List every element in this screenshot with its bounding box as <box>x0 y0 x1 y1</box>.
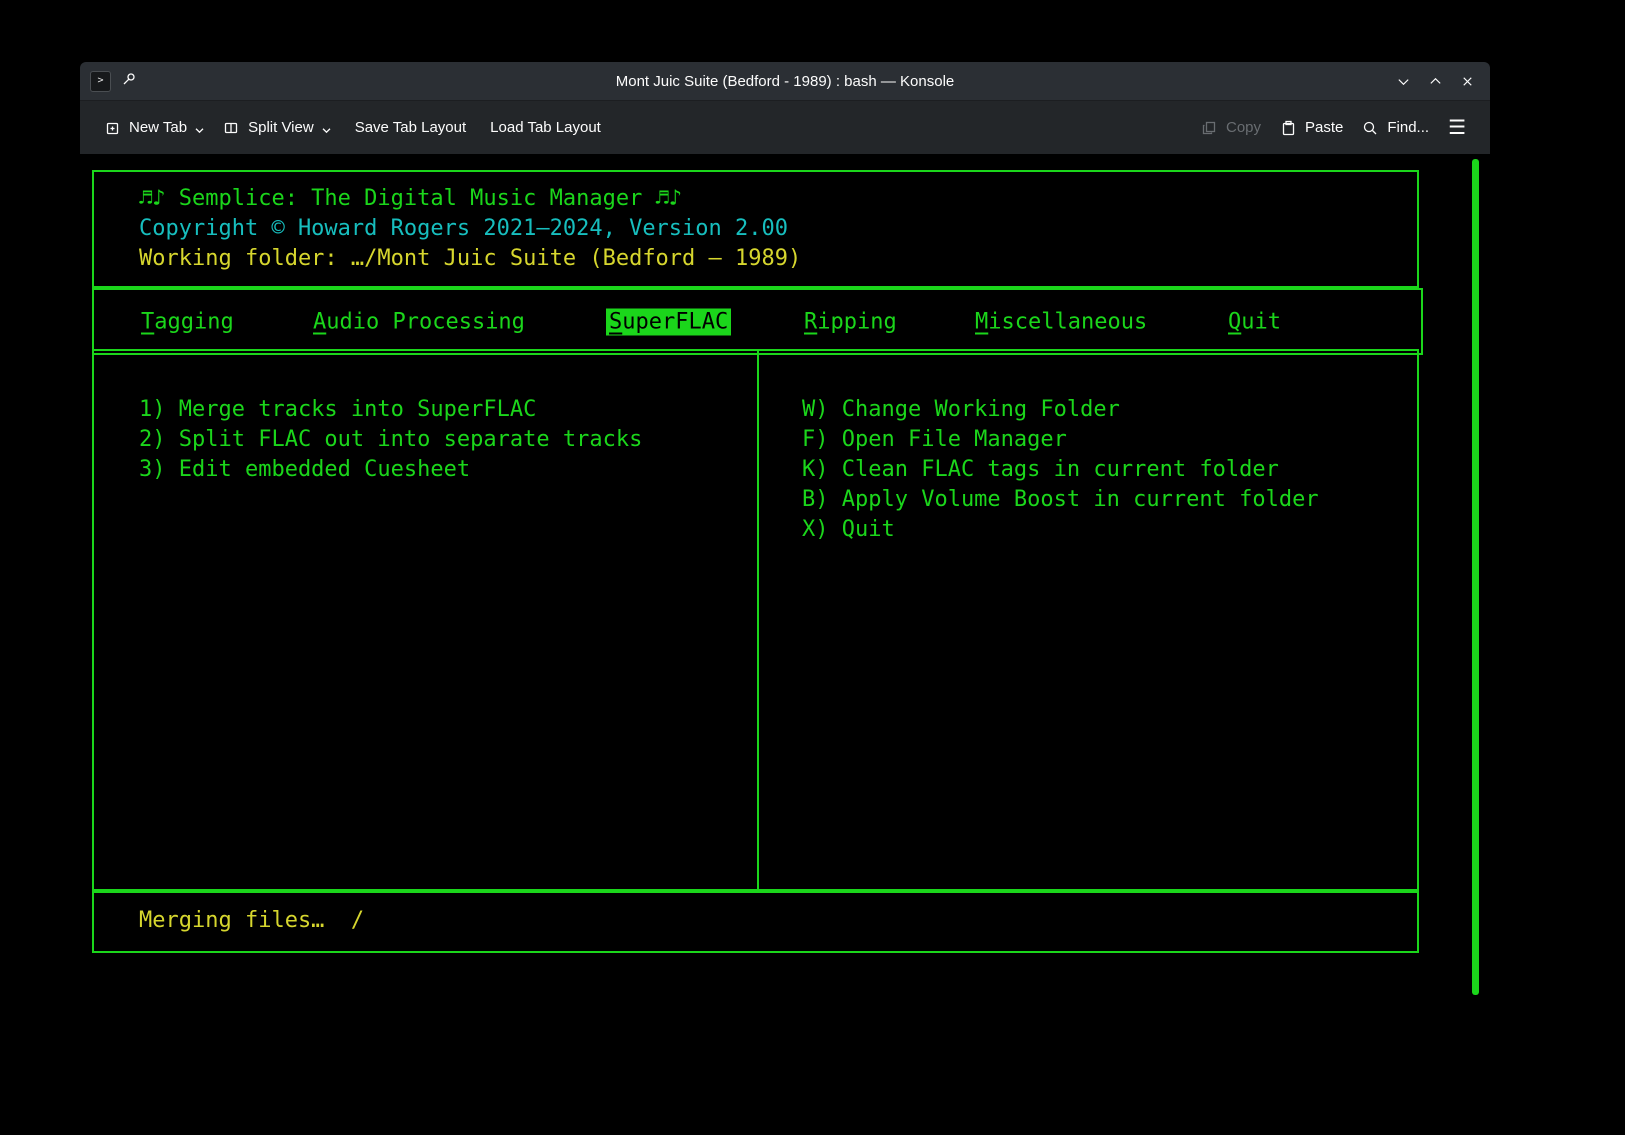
konsole-window: > Mont Juic Suite (Bedford - 1989) : bas… <box>80 62 1490 1002</box>
paste-icon <box>1279 119 1297 137</box>
copy-button[interactable]: Copy <box>1191 112 1270 144</box>
working-folder: Working folder: …/Mont Juic Suite (Bedfo… <box>139 244 1417 274</box>
scrollbar[interactable] <box>1472 159 1479 995</box>
new-tab-icon <box>103 119 121 137</box>
option-edit-cuesheet[interactable]: 3) Edit embedded Cuesheet <box>139 455 757 485</box>
konsole-app-icon[interactable]: > <box>90 71 111 92</box>
menu-item-superflac[interactable]: SuperFLAC <box>606 308 731 335</box>
paste-button[interactable]: Paste <box>1270 112 1352 144</box>
option-apply-volume-boost[interactable]: B) Apply Volume Boost in current folder <box>802 485 1417 515</box>
minimize-icon[interactable] <box>1395 73 1412 90</box>
option-merge-tracks[interactable]: 1) Merge tracks into SuperFLAC <box>139 395 757 425</box>
paste-label: Paste <box>1305 119 1343 136</box>
option-change-working-folder[interactable]: W) Change Working Folder <box>802 395 1417 425</box>
chevron-down-icon <box>322 127 331 134</box>
copy-icon <box>1200 119 1218 137</box>
menu-item-ripping[interactable]: Ripping <box>804 309 897 334</box>
find-button[interactable]: Find... <box>1352 112 1438 144</box>
split-view-label: Split View <box>248 119 314 136</box>
window-title: Mont Juic Suite (Bedford - 1989) : bash … <box>616 73 955 90</box>
titlebar-right <box>1395 62 1476 100</box>
app-header-box: ♬♪ Semplice: The Digital Music Manager ♬… <box>92 170 1419 288</box>
status-bar: Merging files… / <box>92 891 1419 953</box>
load-tab-layout-button[interactable]: Load Tab Layout <box>481 112 610 143</box>
app-copyright: Copyright © Howard Rogers 2021–2024, Ver… <box>139 214 1417 244</box>
hamburger-menu-icon[interactable]: ☰ <box>1438 111 1476 144</box>
menu-item-tagging[interactable]: Tagging <box>141 309 234 334</box>
status-text: Merging files… / <box>139 906 1417 936</box>
maximize-icon[interactable] <box>1427 73 1444 90</box>
menu-hotkey: S <box>609 309 622 334</box>
menu-label: ipping <box>817 309 896 334</box>
main-panels: 1) Merge tracks into SuperFLAC 2) Split … <box>92 349 1419 891</box>
option-split-flac[interactable]: 2) Split FLAC out into separate tracks <box>139 425 757 455</box>
menu-label: uperFLAC <box>622 309 728 334</box>
menu-hotkey: M <box>975 309 988 334</box>
toolbar: New Tab Split View Save Tab Layout Load … <box>80 101 1490 154</box>
close-icon[interactable] <box>1459 73 1476 90</box>
copy-label: Copy <box>1226 119 1261 136</box>
save-tab-layout-button[interactable]: Save Tab Layout <box>346 112 475 143</box>
titlebar-left: > <box>90 62 137 100</box>
split-view-icon <box>222 119 240 137</box>
menu-item-miscellaneous[interactable]: Miscellaneous <box>975 309 1147 334</box>
option-clean-flac-tags[interactable]: K) Clean FLAC tags in current folder <box>802 455 1417 485</box>
new-tab-label: New Tab <box>129 119 187 136</box>
menu-label: uit <box>1241 309 1281 334</box>
app-title: ♬♪ Semplice: The Digital Music Manager ♬… <box>139 184 1417 214</box>
menu-hotkey: A <box>313 309 326 334</box>
load-tab-layout-label: Load Tab Layout <box>490 119 601 136</box>
menu-hotkey: T <box>141 309 154 334</box>
menu-label: iscellaneous <box>988 309 1147 334</box>
search-icon <box>1361 119 1379 137</box>
pin-icon[interactable] <box>121 71 137 91</box>
menu-bar: Tagging Audio Processing SuperFLAC Rippi… <box>92 288 1423 355</box>
global-options-panel: W) Change Working Folder F) Open File Ma… <box>759 351 1417 889</box>
save-tab-layout-label: Save Tab Layout <box>355 119 466 136</box>
new-tab-button[interactable]: New Tab <box>94 112 213 144</box>
menu-item-quit[interactable]: Quit <box>1228 309 1281 334</box>
menu-hotkey: R <box>804 309 817 334</box>
option-quit[interactable]: X) Quit <box>802 515 1417 545</box>
terminal-area[interactable]: ♬♪ Semplice: The Digital Music Manager ♬… <box>80 154 1490 1002</box>
menu-label: udio Processing <box>326 309 525 334</box>
option-open-file-manager[interactable]: F) Open File Manager <box>802 425 1417 455</box>
split-view-button[interactable]: Split View <box>213 112 340 144</box>
menu-item-audio-processing[interactable]: Audio Processing <box>313 309 525 334</box>
titlebar[interactable]: > Mont Juic Suite (Bedford - 1989) : bas… <box>80 62 1490 101</box>
find-label: Find... <box>1387 119 1429 136</box>
menu-label: agging <box>154 309 233 334</box>
menu-hotkey: Q <box>1228 309 1241 334</box>
chevron-down-icon <box>195 127 204 134</box>
superflac-options-panel: 1) Merge tracks into SuperFLAC 2) Split … <box>94 351 759 889</box>
